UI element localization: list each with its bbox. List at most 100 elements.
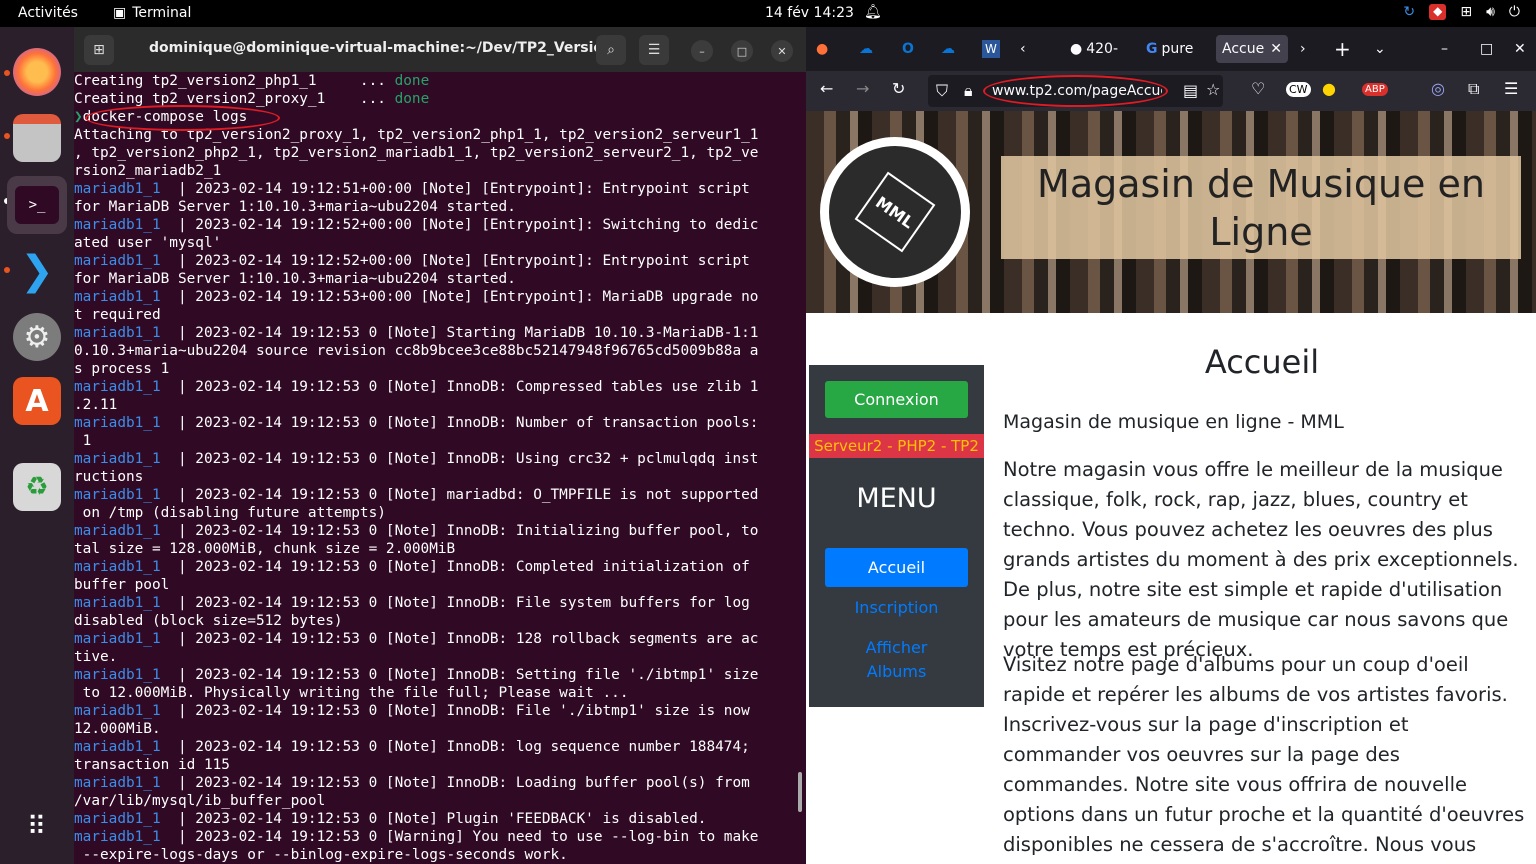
firefox-menu-icon[interactable]: ● (816, 35, 828, 63)
terminal-line: mariadb1_1 | 2023-02-14 19:12:53 0 [Note… (74, 775, 750, 791)
nav-inscription-link[interactable]: Inscription (809, 596, 984, 620)
menu-icon[interactable]: ☰ (639, 35, 669, 65)
logo[interactable]: MML (820, 137, 970, 287)
forward-icon[interactable]: → (856, 79, 869, 98)
terminal-titlebar[interactable]: ⊞ dominique@dominique-virtual-machine:~/… (74, 27, 806, 72)
bookmark-star-icon[interactable]: ☆ (1206, 80, 1220, 99)
outlook-tab-icon[interactable]: O (902, 35, 914, 63)
terminal-line: mariadb1_1 | 2023-02-14 19:12:53 0 [Note… (74, 415, 759, 431)
lock-icon[interactable]: 🔒︎ (964, 81, 973, 101)
container-prefix: mariadb1_1 (74, 667, 178, 683)
banner: MML Magasin de Musique en Ligne (806, 111, 1536, 313)
system-tray[interactable]: ↻ ◆ ⊞ 🔊︎ ⏻ (1403, 4, 1520, 20)
running-indicator (4, 133, 10, 139)
terminal-line: mariadb1_1 | 2023-02-14 19:12:52+00:00 [… (74, 253, 750, 269)
extension-globe-icon[interactable]: ◎ (1431, 79, 1445, 98)
maximize-icon[interactable]: □ (731, 40, 753, 62)
firefox-icon[interactable] (13, 48, 61, 96)
sync-icon[interactable]: ↻ (1403, 4, 1415, 20)
tabs-scroll-left-icon[interactable]: ‹ (1020, 35, 1026, 63)
bell-icon[interactable]: 🔔︎ (864, 4, 882, 20)
volume-icon[interactable]: 🔊︎ (1486, 4, 1495, 20)
terminal-line: mariadb1_1 | 2023-02-14 19:12:53 0 [Note… (74, 379, 759, 395)
dock: >_ ❯ ⚙ A ♻ ⠿ (0, 27, 74, 864)
show-apps-icon[interactable]: ⠿ (13, 803, 61, 851)
adblock-icon[interactable]: ABP (1362, 83, 1388, 96)
word-tab-icon[interactable]: W (982, 40, 1000, 58)
login-button[interactable]: Connexion (825, 381, 968, 418)
close-tab-icon[interactable]: ✕ (1270, 41, 1282, 57)
terminal-line: Creating tp2_version2_php1_1 ... done (74, 73, 430, 89)
scrollbar[interactable] (798, 772, 802, 812)
firefox-window[interactable]: ● ☁ O ☁ W ‹ ● 420- Gpure Accue ✕ › + ⌄ – □… (806, 27, 1536, 864)
terminal-line: ated user 'mysql' (74, 235, 222, 251)
terminal-line: mariadb1_1 | 2023-02-14 19:12:53 0 [Warn… (74, 829, 759, 845)
terminal-line: ❯docker-compose logs (74, 105, 806, 131)
top-bar: Activités ▣ Terminal 14 fév 14:23 🔔︎ ↻ ◆ … (0, 0, 1536, 27)
network-icon[interactable]: ⊞ (1460, 4, 1472, 20)
terminal-line: mariadb1_1 | 2023-02-14 19:12:53 0 [Note… (74, 595, 750, 611)
anydesk-icon[interactable]: ◆ (1429, 4, 1447, 20)
menu-heading: MENU (856, 483, 937, 514)
files-icon[interactable] (13, 114, 61, 162)
onedrive-tab-icon[interactable]: ☁ (859, 35, 873, 63)
trash-icon[interactable]: ♻ (13, 463, 61, 511)
extension-ghost-icon[interactable]: ● (1322, 79, 1336, 98)
new-tab-icon[interactable]: + (1334, 35, 1351, 63)
activities-button[interactable]: Activités (18, 5, 78, 21)
terminal-line: , tp2_version2_php2_1, tp2_version2_mari… (74, 145, 759, 161)
tab-github[interactable]: ● 420- (1070, 35, 1118, 63)
terminal-line: t required (74, 307, 161, 323)
minimize-icon[interactable]: – (691, 40, 713, 62)
terminal-line: mariadb1_1 | 2023-02-14 19:12:53 0 [Note… (74, 811, 707, 827)
logo-text: MML (854, 171, 936, 253)
terminal-line: mariadb1_1 | 2023-02-14 19:12:53 0 [Note… (74, 451, 759, 467)
extensions-icon[interactable]: ⧉ (1468, 79, 1479, 99)
tab-google[interactable]: Gpure (1146, 35, 1193, 63)
reload-icon[interactable]: ↻ (892, 79, 905, 98)
hamburger-menu-icon[interactable]: ☰ (1504, 79, 1518, 98)
page-heading: Accueil (1204, 343, 1320, 381)
back-icon[interactable]: ← (820, 79, 833, 98)
minimize-icon[interactable]: – (1441, 35, 1448, 63)
new-tab-icon[interactable]: ⊞ (84, 35, 114, 65)
container-prefix: mariadb1_1 (74, 829, 178, 845)
extension-cw-icon[interactable]: CW (1286, 82, 1311, 97)
terminal-line: mariadb1_1 | 2023-02-14 19:12:51+00:00 [… (74, 181, 750, 197)
vscode-icon[interactable]: ❯ (13, 247, 61, 295)
terminal-icon-active[interactable]: >_ (7, 176, 67, 234)
terminal-line: mariadb1_1 | 2023-02-14 19:12:53 0 [Note… (74, 559, 750, 575)
app-center-icon[interactable]: A (13, 377, 61, 425)
clock[interactable]: 14 fév 14:23 (765, 5, 854, 21)
list-tabs-icon[interactable]: ⌄ (1374, 35, 1386, 63)
nav-accueil-button[interactable]: Accueil (825, 548, 968, 587)
nav-albums-link[interactable]: Afficher Albums (809, 636, 984, 684)
url-bar[interactable]: ⛉ 🔒︎ www.tp2.com/pageAccue ▤ ☆ (928, 75, 1223, 107)
container-prefix: mariadb1_1 (74, 289, 178, 305)
container-prefix: mariadb1_1 (74, 325, 178, 341)
close-icon[interactable]: ✕ (1514, 35, 1526, 63)
terminal-output[interactable]: Creating tp2_version2_php1_1 ... done Cre… (74, 72, 806, 864)
onedrive-tab-icon[interactable]: ☁ (941, 35, 955, 63)
close-icon[interactable]: ✕ (771, 40, 793, 62)
terminal-line: mariadb1_1 | 2023-02-14 19:12:53 0 [Note… (74, 703, 750, 719)
terminal-line: for MariaDB Server 1:10.10.3+maria~ubu22… (74, 271, 516, 287)
terminal-line: mariadb1_1 | 2023-02-14 19:12:53 0 [Note… (74, 631, 759, 647)
pocket-icon[interactable]: ♡ (1251, 79, 1265, 98)
terminal-window[interactable]: ⊞ dominique@dominique-virtual-machine:~/… (74, 27, 806, 864)
search-icon[interactable]: ⌕ (596, 35, 626, 65)
container-prefix: mariadb1_1 (74, 739, 178, 755)
site-title: Magasin de Musique en Ligne (1001, 156, 1521, 259)
tab-active[interactable]: Accue ✕ (1216, 35, 1288, 63)
app-menu[interactable]: ▣ Terminal (113, 5, 191, 21)
shield-icon[interactable]: ⛉ (936, 81, 948, 101)
annotation-circle (85, 105, 280, 131)
container-prefix: mariadb1_1 (74, 451, 178, 467)
maximize-icon[interactable]: □ (1480, 35, 1493, 63)
reader-view-icon[interactable]: ▤ (1183, 81, 1198, 100)
power-icon[interactable]: ⏻ (1509, 4, 1520, 20)
github-icon: ● (1070, 41, 1083, 57)
terminal-line: /var/lib/mysql/ib_buffer_pool (74, 793, 326, 809)
settings-icon[interactable]: ⚙ (13, 313, 61, 361)
tabs-scroll-right-icon[interactable]: › (1300, 35, 1306, 63)
